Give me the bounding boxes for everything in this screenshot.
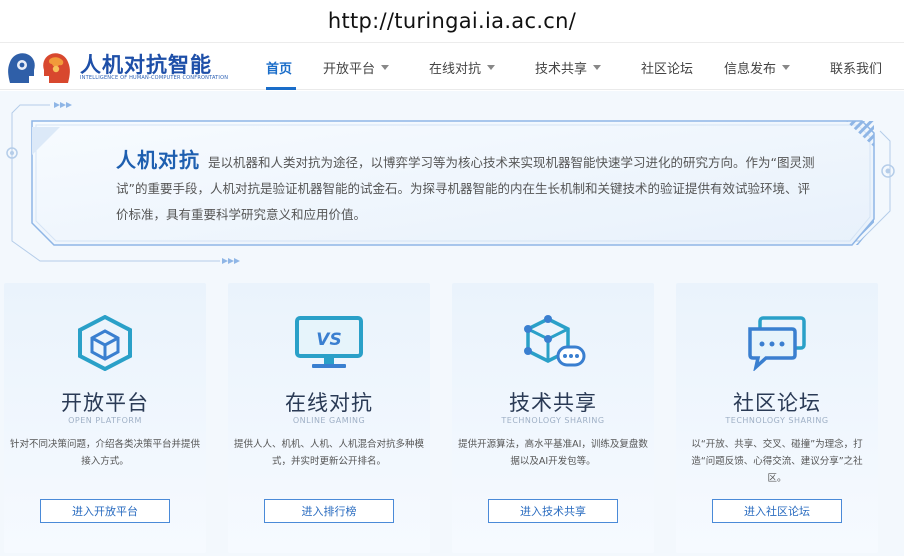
card-title: 技术共享: [509, 391, 597, 415]
nav-news[interactable]: 信息发布: [724, 43, 791, 91]
card-tech-sharing: 技术共享 TECHNOLOGY SHARING 提供开源算法，高水平基准AI，训…: [452, 283, 654, 553]
url-text: http://turingai.ia.ac.cn/: [327, 9, 577, 33]
vs-icon-text: VS: [316, 330, 341, 350]
network-cube-icon: [524, 315, 586, 367]
card-description: 提供人人、机机、人机、人机混合对抗多种模式，并实时更新公开排名。: [234, 439, 425, 467]
card-description: 提供开源算法，高水平基准AI，训练及复盘数据以及AI开发包等。: [458, 439, 648, 467]
nav-label: 首页: [266, 61, 293, 77]
vs-monitor-icon: VS: [295, 316, 363, 368]
chevron-down-icon: [593, 64, 602, 70]
card-open-platform: 开放平台 OPEN PLATFORM 针对不同决策问题，介绍各类决策平台并提供接…: [4, 283, 206, 553]
logo-heads-icon: [8, 53, 70, 83]
card-subtitle: TECHNOLOGY SHARING: [725, 416, 829, 425]
nav-contact[interactable]: 联系我们: [830, 43, 882, 91]
intro-banner: 人机对抗 是以机器和人类对抗为途径，以博弈学习等为核心技术来实现机器智能快速学习进…: [0, 91, 904, 271]
chevron-down-icon: [782, 64, 791, 70]
nav-label: 信息发布: [724, 61, 777, 77]
chevron-down-icon: [487, 64, 496, 70]
cube-icon: [78, 315, 132, 371]
nav-label: 联系我们: [830, 61, 883, 77]
main-content: 人机对抗 是以机器和人类对抗为途径，以博弈学习等为核心技术来实现机器智能快速学习进…: [0, 91, 904, 556]
enter-leaderboard-button[interactable]: 进入排行榜: [264, 499, 394, 523]
card-subtitle: TECHNOLOGY SHARING: [501, 416, 605, 425]
nav-label: 开放平台: [323, 61, 376, 77]
nav-label: 社区论坛: [641, 61, 694, 77]
card-title: 开放平台: [61, 391, 149, 415]
card-subtitle: OPEN PLATFORM: [68, 416, 142, 425]
intro-title: 人机对抗: [116, 148, 200, 172]
nav-label: 在线对抗: [429, 61, 482, 77]
nav-home[interactable]: 首页: [266, 43, 296, 91]
chat-icon: [748, 316, 806, 371]
card-online-gaming: VS 在线对抗 ONLINE GAMING 提供人人、机机、人机、人机混合对抗多…: [228, 283, 430, 553]
nav-label: 技术共享: [535, 61, 588, 77]
enter-forum-button[interactable]: 进入社区论坛: [712, 499, 842, 523]
url-bar: http://turingai.ia.ac.cn/: [0, 0, 904, 42]
card-subtitle: ONLINE GAMING: [292, 416, 366, 425]
navbar: 人机对抗智能 INTELLIGENCE OF HUMAN-COMPUTER CO…: [0, 42, 904, 90]
site-logo[interactable]: 人机对抗智能 INTELLIGENCE OF HUMAN-COMPUTER CO…: [4, 45, 228, 87]
nav-tech-sharing[interactable]: 技术共享: [535, 43, 602, 91]
logo-subtitle: INTELLIGENCE OF HUMAN-COMPUTER CONFRONTA…: [80, 75, 229, 81]
card-title: 社区论坛: [733, 391, 821, 415]
chevron-down-icon: [381, 64, 390, 70]
card-forum: 社区论坛 TECHNOLOGY SHARING 以“开放、共享、交叉、碰撞”为理…: [676, 283, 878, 553]
card-description: 以“开放、共享、交叉、碰撞”为理念，打造“问题反馈、心得交流、建议分享”之社区。: [691, 439, 863, 484]
nav-forum[interactable]: 社区论坛: [641, 43, 693, 91]
card-description: 针对不同决策问题，介绍各类决策平台并提供接入方式。: [10, 439, 201, 467]
card-title: 在线对抗: [285, 391, 373, 415]
nav-open-platform[interactable]: 开放平台: [323, 43, 390, 91]
enter-tech-sharing-button[interactable]: 进入技术共享: [488, 499, 618, 523]
intro-text-block: 人机对抗 是以机器和人类对抗为途径，以博弈学习等为核心技术来实现机器智能快速学习进…: [116, 147, 816, 228]
nav-online-gaming[interactable]: 在线对抗: [429, 43, 496, 91]
enter-open-platform-button[interactable]: 进入开放平台: [40, 499, 170, 523]
intro-text: 是以机器和人类对抗为途径，以博弈学习等为核心技术来实现机器智能快速学习进化的研究…: [116, 155, 815, 222]
